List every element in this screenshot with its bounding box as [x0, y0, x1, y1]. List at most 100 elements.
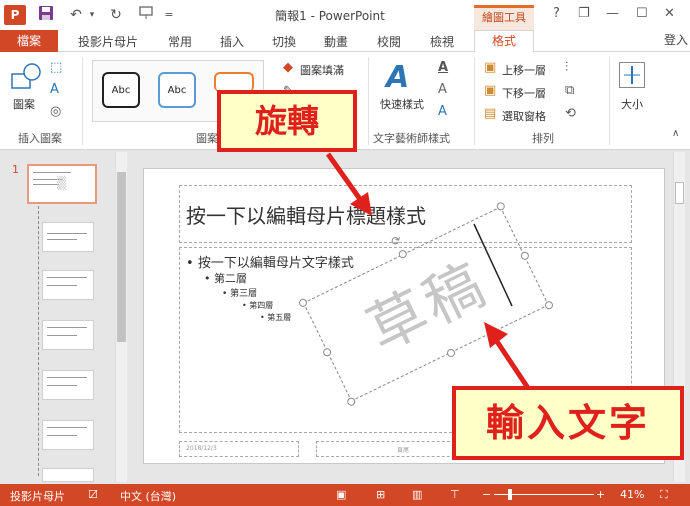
- layout-thumbnail[interactable]: [42, 320, 94, 350]
- shape-fill-button[interactable]: 圖案填滿: [300, 62, 344, 78]
- zoom-in-button[interactable]: +: [596, 488, 605, 501]
- floppy-icon[interactable]: [36, 5, 56, 25]
- level4-line: • 第四層: [242, 301, 274, 310]
- body-level1: 按一下以編輯母片文字樣式: [197, 256, 354, 271]
- status-bar: 投影片母片 ☐̸ 中文 (台灣) ▣ ⊞ ▥ ⊤ − + 41% ⛶: [0, 484, 690, 506]
- present-icon[interactable]: [136, 5, 156, 25]
- group-separator: [82, 57, 83, 145]
- merge-shapes-icon[interactable]: ◎: [50, 104, 61, 119]
- zoom-level[interactable]: 41%: [620, 488, 644, 501]
- footer-date: 2018/12/3: [186, 445, 217, 452]
- slide-sorter-icon[interactable]: ⊞: [376, 488, 385, 501]
- send-backward-button[interactable]: 下移一層: [502, 85, 546, 101]
- window-title: 簡報1 - PowerPoint: [275, 9, 385, 23]
- paint-bucket-icon[interactable]: ◆: [283, 60, 293, 75]
- input-text-callout-arrow: [484, 322, 531, 390]
- shape-style-blue[interactable]: Abc: [158, 72, 196, 108]
- maximize-icon[interactable]: ☐: [636, 6, 648, 21]
- normal-view-icon[interactable]: ▣: [336, 488, 346, 501]
- collapse-ribbon-icon[interactable]: ∧: [672, 128, 679, 139]
- arrange-group-label: 排列: [532, 132, 554, 145]
- title-bar: P ↶ ▾ ↻ = 簡報1 - PowerPoint 繪圖工具 ? ❐ — ☐ …: [0, 0, 690, 30]
- tab-view[interactable]: 檢視: [430, 33, 454, 50]
- level1-line: • 按一下以編輯母片文字樣式: [186, 256, 354, 271]
- group-icon[interactable]: ⧉: [565, 83, 574, 98]
- bring-forward-icon[interactable]: ▣: [484, 60, 496, 75]
- ribbon-display-icon[interactable]: ❐: [578, 6, 590, 21]
- minimize-icon[interactable]: —: [606, 6, 619, 21]
- tab-animations[interactable]: 動畫: [324, 33, 348, 50]
- signin-link[interactable]: 登入: [664, 31, 688, 48]
- layout-thumbnail[interactable]: [42, 222, 94, 252]
- rotate-callout: 旋轉: [217, 90, 357, 152]
- group-separator: [474, 57, 475, 145]
- master-thumbnail[interactable]: ▒: [27, 164, 97, 204]
- text-outline-icon[interactable]: A: [438, 82, 447, 97]
- tab-review[interactable]: 校閱: [377, 33, 401, 50]
- selection-pane-icon[interactable]: ▤: [484, 106, 496, 121]
- level3-line: • 第三層: [222, 289, 258, 299]
- powerpoint-logo-icon: P: [4, 5, 26, 25]
- layout-thumbnail[interactable]: [42, 420, 94, 450]
- edit-shape-icon[interactable]: ⬚: [50, 60, 62, 75]
- customize-qat-icon[interactable]: =: [162, 5, 176, 25]
- send-backward-icon[interactable]: ▣: [484, 83, 496, 98]
- redo-icon[interactable]: ↻: [106, 5, 126, 25]
- tab-format[interactable]: 格式: [474, 30, 534, 53]
- shape-style-black[interactable]: Abc: [102, 72, 140, 108]
- text-effects-icon[interactable]: A: [438, 104, 447, 119]
- help-icon[interactable]: ?: [553, 6, 560, 21]
- undo-dropdown-icon[interactable]: ▾: [86, 5, 98, 25]
- thumbnail-pane: 1 ▒: [0, 150, 130, 484]
- group-separator: [609, 57, 610, 145]
- body-level3: 第三層: [230, 289, 258, 299]
- input-text-callout: 輸入文字: [452, 386, 684, 460]
- reading-view-icon[interactable]: ▥: [412, 488, 422, 501]
- slide-scroll-thumb[interactable]: [675, 182, 684, 204]
- slideshow-icon[interactable]: ⊤: [450, 488, 460, 501]
- tab-insert[interactable]: 插入: [220, 33, 244, 50]
- size-button[interactable]: 大小: [621, 96, 643, 112]
- tab-home[interactable]: 常用: [168, 33, 192, 50]
- body-level4: 第四層: [249, 301, 274, 310]
- size-icon[interactable]: [619, 62, 645, 88]
- tab-transitions[interactable]: 切換: [272, 33, 296, 50]
- shapes-label[interactable]: 圖案: [13, 96, 35, 112]
- thumbnail-scroll-thumb[interactable]: [117, 172, 126, 342]
- level5-line: • 第五層: [260, 313, 292, 322]
- selection-pane-button[interactable]: 選取窗格: [502, 108, 546, 124]
- wordart-quick-styles-icon[interactable]: A: [386, 60, 409, 95]
- align-icon[interactable]: ⫶: [565, 60, 568, 75]
- group-separator: [368, 57, 369, 145]
- text-box-icon[interactable]: A: [50, 82, 59, 97]
- fit-slide-icon[interactable]: ⛶: [660, 488, 668, 502]
- body-level2: 第二層: [214, 272, 247, 285]
- rotate-icon[interactable]: ⟲: [565, 106, 576, 121]
- tab-file[interactable]: 檔案: [0, 30, 58, 52]
- quick-styles-button[interactable]: 快速樣式: [380, 96, 424, 112]
- text-fill-icon[interactable]: A: [438, 60, 448, 75]
- undo-icon[interactable]: ↶: [66, 5, 86, 25]
- level2-line: • 第二層: [204, 272, 247, 285]
- status-language[interactable]: 中文 (台灣): [120, 488, 176, 504]
- shape-style-orange[interactable]: [214, 72, 254, 92]
- bring-forward-button[interactable]: 上移一層: [502, 62, 546, 78]
- layout-thumbnail[interactable]: [42, 370, 94, 400]
- ribbon-tabs: 投影片母片 常用 插入 切換 動畫 校閱 檢視 登入: [0, 30, 690, 52]
- shapes-gallery-icon[interactable]: [8, 60, 44, 99]
- zoom-out-button[interactable]: −: [482, 488, 491, 501]
- close-icon[interactable]: ✕: [664, 6, 675, 21]
- thumbnail-number: 1: [12, 163, 19, 176]
- spell-check-icon[interactable]: ☐̸: [88, 488, 98, 501]
- wordart-group-label: 文字藝術師樣式: [373, 132, 450, 145]
- title-placeholder[interactable]: 按一下以編輯母片標題樣式: [179, 185, 632, 243]
- rotate-callout-arrow: [325, 152, 372, 216]
- layout-thumbnail[interactable]: [42, 468, 94, 482]
- body-level5: 第五層: [267, 313, 292, 322]
- layout-thumbnail[interactable]: [42, 270, 94, 300]
- tab-slide-master[interactable]: 投影片母片: [78, 33, 138, 50]
- date-placeholder[interactable]: 2018/12/3: [179, 441, 299, 457]
- zoom-slider-thumb[interactable]: [508, 489, 512, 500]
- status-view-name: 投影片母片: [10, 490, 65, 503]
- thumbnail-scrollbar[interactable]: [115, 152, 127, 482]
